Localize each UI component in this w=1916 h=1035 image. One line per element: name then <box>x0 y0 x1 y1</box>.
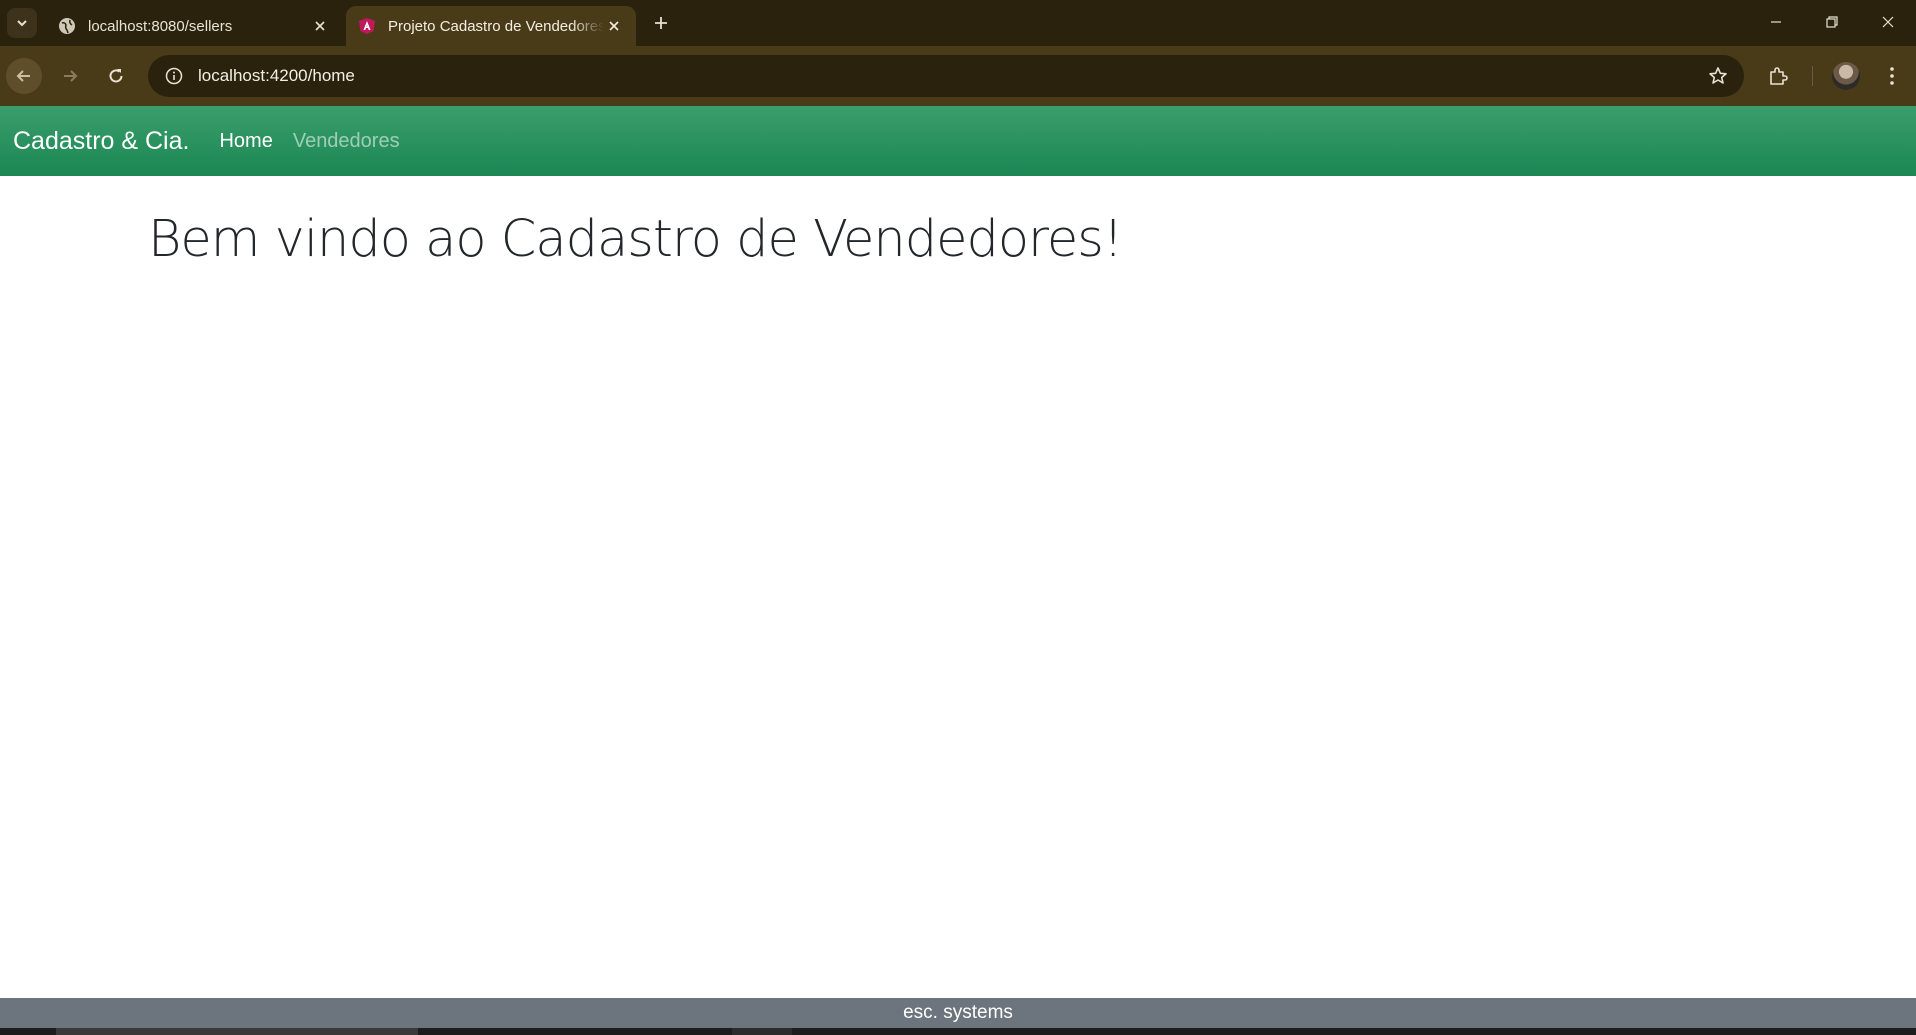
page-title: Bem vindo ao Cadastro de Vendedores! <box>148 210 1123 269</box>
browser-tab-strip: localhost:8080/sellers Projeto Cadastro … <box>0 0 1916 46</box>
restore-button[interactable] <box>1804 0 1860 44</box>
profile-avatar[interactable] <box>1832 62 1860 90</box>
site-info-icon[interactable] <box>162 64 186 88</box>
arrow-right-icon <box>64 70 78 82</box>
close-icon[interactable] <box>310 16 330 36</box>
close-window-button[interactable] <box>1860 0 1916 44</box>
reload-icon <box>109 69 123 83</box>
web-page: Cadastro & Cia. Home Vendedores Bem vind… <box>0 106 1916 996</box>
address-bar[interactable]: localhost:4200/home <box>148 55 1744 97</box>
browser-toolbar: localhost:4200/home <box>0 46 1916 106</box>
star-icon[interactable] <box>1706 64 1730 88</box>
angular-icon <box>358 17 376 35</box>
toolbar-divider <box>1812 66 1813 86</box>
close-icon <box>1882 16 1894 28</box>
taskbar-item[interactable] <box>732 1028 792 1035</box>
more-menu-icon[interactable] <box>1878 62 1906 90</box>
app-navbar: Cadastro & Cia. Home Vendedores <box>0 106 1916 176</box>
nav-link-home[interactable]: Home <box>219 130 272 153</box>
tab-title: Projeto Cadastro de Vendedores <box>388 17 604 35</box>
reload-button[interactable] <box>98 58 134 94</box>
plus-icon <box>655 17 667 29</box>
taskbar-item[interactable] <box>56 1028 418 1035</box>
app-footer: esc. systems <box>0 998 1916 1028</box>
globe-icon <box>58 17 76 35</box>
brand-link[interactable]: Cadastro & Cia. <box>13 127 189 156</box>
back-button[interactable] <box>6 58 42 94</box>
nav-link-vendedores[interactable]: Vendedores <box>293 130 400 153</box>
address-url[interactable]: localhost:4200/home <box>198 66 355 86</box>
minimize-icon <box>1771 21 1781 23</box>
footer-text: esc. systems <box>903 1002 1013 1023</box>
close-icon[interactable] <box>604 16 624 36</box>
restore-icon <box>1826 16 1838 28</box>
extensions-icon[interactable] <box>1764 62 1792 90</box>
chevron-down-icon <box>17 20 27 27</box>
os-taskbar <box>0 1028 1916 1035</box>
arrow-left-icon <box>16 70 30 82</box>
new-tab-button[interactable] <box>648 10 674 36</box>
forward-button[interactable] <box>52 58 88 94</box>
browser-tab-projeto[interactable]: Projeto Cadastro de Vendedores <box>346 6 636 46</box>
tab-search-button[interactable] <box>7 8 37 38</box>
tab-title: localhost:8080/sellers <box>88 17 233 35</box>
minimize-button[interactable] <box>1748 0 1804 44</box>
browser-tab-sellers[interactable]: localhost:8080/sellers <box>46 6 342 46</box>
